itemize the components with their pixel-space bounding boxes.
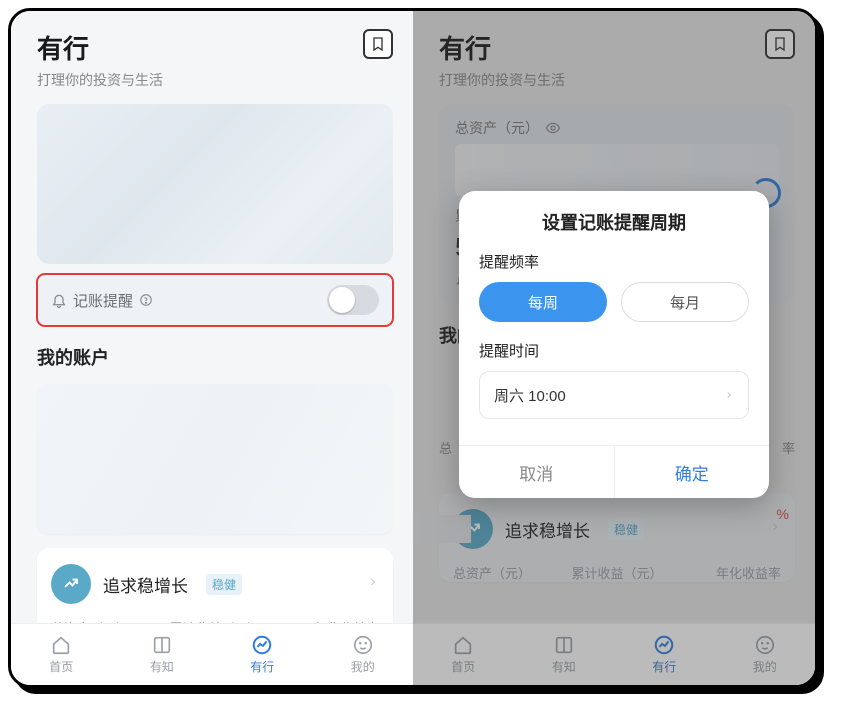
freq-label: 提醒频率: [479, 251, 749, 272]
tab-home-label: 首页: [49, 658, 73, 675]
book-icon: [151, 634, 173, 656]
tab-youzhi[interactable]: 有知: [112, 624, 213, 685]
tab-home[interactable]: 首页: [413, 624, 514, 685]
chevron-right-icon: [769, 520, 781, 538]
bookmark-icon: [370, 36, 386, 52]
assets-label: 总资产（元）: [455, 118, 539, 138]
app-subtitle: 打理你的投资与生活: [37, 70, 163, 90]
growth-icon: [51, 564, 91, 604]
home-icon: [452, 634, 474, 656]
reminder-toggle[interactable]: [327, 285, 379, 315]
bookmark-button[interactable]: [363, 29, 393, 59]
hero-placeholder: [37, 104, 393, 264]
time-label: 提醒时间: [479, 340, 749, 361]
accounting-reminder-row[interactable]: 记账提醒: [37, 274, 393, 326]
assets-amount-hidden: [455, 144, 779, 196]
screenshot-left: 有行 打理你的投资与生活 记账提醒 我的账户: [11, 11, 413, 685]
tab-bar: 首页 有知 有行 我的: [11, 623, 413, 685]
section-my-accounts: 我的账户: [37, 344, 393, 370]
tab-youzhi-label: 有知: [552, 658, 576, 675]
chevron-right-icon: [367, 575, 379, 593]
time-value: 周六 10:00: [494, 385, 566, 406]
freq-monthly-chip[interactable]: 每月: [621, 282, 749, 322]
tab-youxing-label: 有行: [652, 658, 676, 675]
trend-icon: [653, 634, 675, 656]
tab-youxing[interactable]: 有行: [614, 624, 715, 685]
screenshot-right: 有行 打理你的投资与生活 总资产（元） 累 5: [413, 11, 815, 685]
face-icon: [352, 634, 374, 656]
tab-mine[interactable]: 我的: [715, 624, 816, 685]
blur-strip: [413, 515, 471, 543]
tab-home[interactable]: 首页: [11, 624, 112, 685]
tab-mine-label: 我的: [753, 658, 777, 675]
app-title: 有行: [439, 29, 565, 66]
account-title: 追求稳增长: [505, 517, 590, 542]
reminder-label: 记账提醒: [73, 290, 133, 311]
tab-home-label: 首页: [451, 658, 475, 675]
book-icon: [553, 634, 575, 656]
home-icon: [50, 634, 72, 656]
account-title: 追求稳增长: [103, 572, 188, 597]
chevron-right-icon: [724, 390, 734, 400]
app-title: 有行: [37, 29, 163, 66]
time-picker-row[interactable]: 周六 10:00: [479, 371, 749, 419]
cancel-button[interactable]: 取消: [459, 446, 615, 498]
tab-youxing-label: 有行: [250, 658, 274, 675]
help-icon[interactable]: [139, 293, 153, 307]
trend-icon: [251, 634, 273, 656]
account-badge: 稳健: [608, 519, 644, 540]
tab-mine-label: 我的: [351, 658, 375, 675]
freq-weekly-chip[interactable]: 每周: [479, 282, 607, 322]
tab-youzhi-label: 有知: [150, 658, 174, 675]
stat-cum-return: 累计收益（元）: [562, 563, 671, 582]
bell-icon: [51, 292, 67, 308]
face-icon: [754, 634, 776, 656]
tab-bar: 首页 有知 有行 我的: [413, 623, 815, 685]
stat-total-assets: 总资产（元）: [453, 563, 562, 582]
account-badge: 稳健: [206, 574, 242, 595]
eye-icon[interactable]: [545, 120, 561, 136]
reminder-cycle-modal: 设置记账提醒周期 提醒频率 每周 每月 提醒时间 周六 10:00 取消 确定: [459, 191, 769, 498]
app-subtitle: 打理你的投资与生活: [439, 70, 565, 90]
red-percent: %: [777, 506, 789, 522]
stat-annualized: 年化收益率: [672, 563, 781, 582]
tab-youxing[interactable]: 有行: [212, 624, 313, 685]
bookmark-button[interactable]: [765, 29, 795, 59]
bookmark-icon: [772, 36, 788, 52]
account-placeholder-card: [37, 384, 393, 534]
tab-youzhi[interactable]: 有知: [514, 624, 615, 685]
account-card[interactable]: 追求稳增长 稳健 总资产（元） 累计收益（元） 年化收益率: [439, 493, 795, 582]
confirm-button[interactable]: 确定: [615, 446, 770, 498]
modal-title: 设置记账提醒周期: [459, 191, 769, 245]
tab-mine[interactable]: 我的: [313, 624, 414, 685]
